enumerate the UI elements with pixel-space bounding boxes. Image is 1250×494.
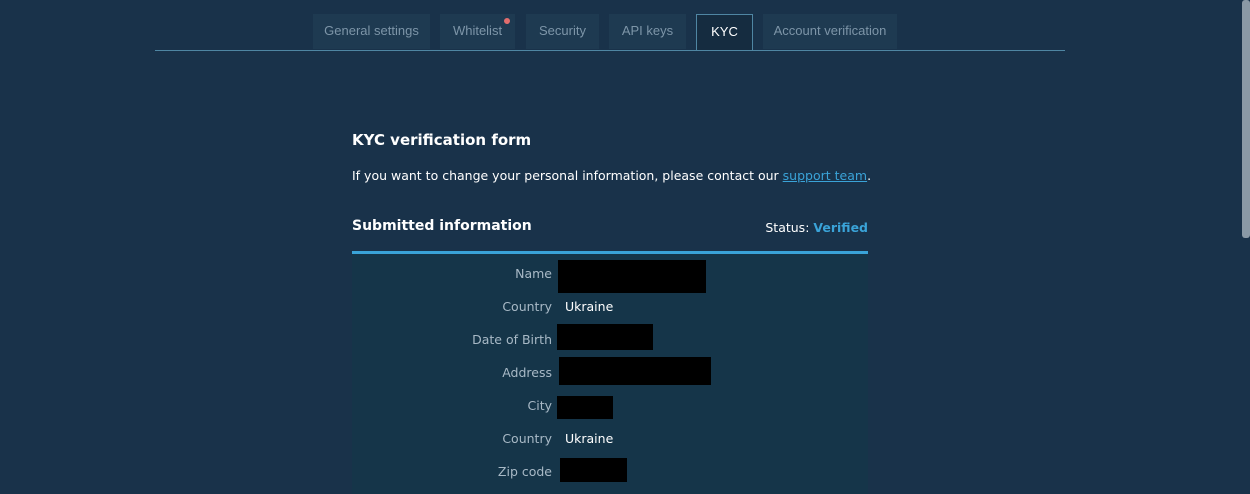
tab-security[interactable]: Security [526,14,599,49]
support-team-link[interactable]: support team [783,168,867,183]
field-row-city: City [352,389,868,422]
settings-tab-bar: General settings Whitelist Security API … [155,0,1065,51]
field-row-address: Address [352,356,868,389]
field-row-date-of-birth: Date of Birth [352,323,868,356]
page-scrollbar[interactable] [1242,0,1250,238]
page-title: KYC verification form [352,131,532,149]
tab-label: KYC [711,24,738,39]
status-badge: Status: Verified [765,220,868,235]
field-value: Ukraine [565,431,614,446]
notification-dot-icon [504,18,510,24]
field-row-name: Name [352,257,868,293]
note-end: . [867,168,872,183]
tab-label: Whitelist [452,23,503,38]
redacted-value [558,260,706,293]
info-note: If you want to change your personal info… [352,168,871,183]
section-title: Submitted information [352,218,532,234]
field-row-country: Country Ukraine [352,290,868,323]
tab-label: Security [539,23,586,38]
submitted-info-panel: Name Country Ukraine Date of Birth Addre… [352,251,868,494]
field-label: Name [515,266,552,281]
field-label: Address [502,365,552,380]
tab-kyc[interactable]: KYC [696,14,753,50]
redacted-value [559,357,711,385]
field-value: Ukraine [565,299,614,314]
field-label: City [527,398,553,413]
redacted-value [557,396,613,419]
field-row-zip-code: Zip code [352,455,868,488]
status-value: Verified [813,220,868,235]
tab-label: Account verification [773,23,887,38]
field-row-country-2: Country Ukraine [352,422,868,455]
status-label: Status: [765,220,810,235]
redacted-value [560,458,627,482]
tab-whitelist[interactable]: Whitelist [440,14,515,49]
redacted-value [557,324,653,350]
field-label: Date of Birth [472,332,552,347]
note-text: If you want to change your personal info… [352,168,783,183]
tab-general-settings[interactable]: General settings [313,14,430,49]
field-label: Country [502,431,552,446]
tab-label: API keys [621,23,674,38]
field-label: Zip code [497,464,552,479]
tab-account-verification[interactable]: Account verification [763,14,897,49]
field-label: Country [502,299,552,314]
tab-label: General settings [324,23,419,38]
tab-api-keys[interactable]: API keys [609,14,686,49]
